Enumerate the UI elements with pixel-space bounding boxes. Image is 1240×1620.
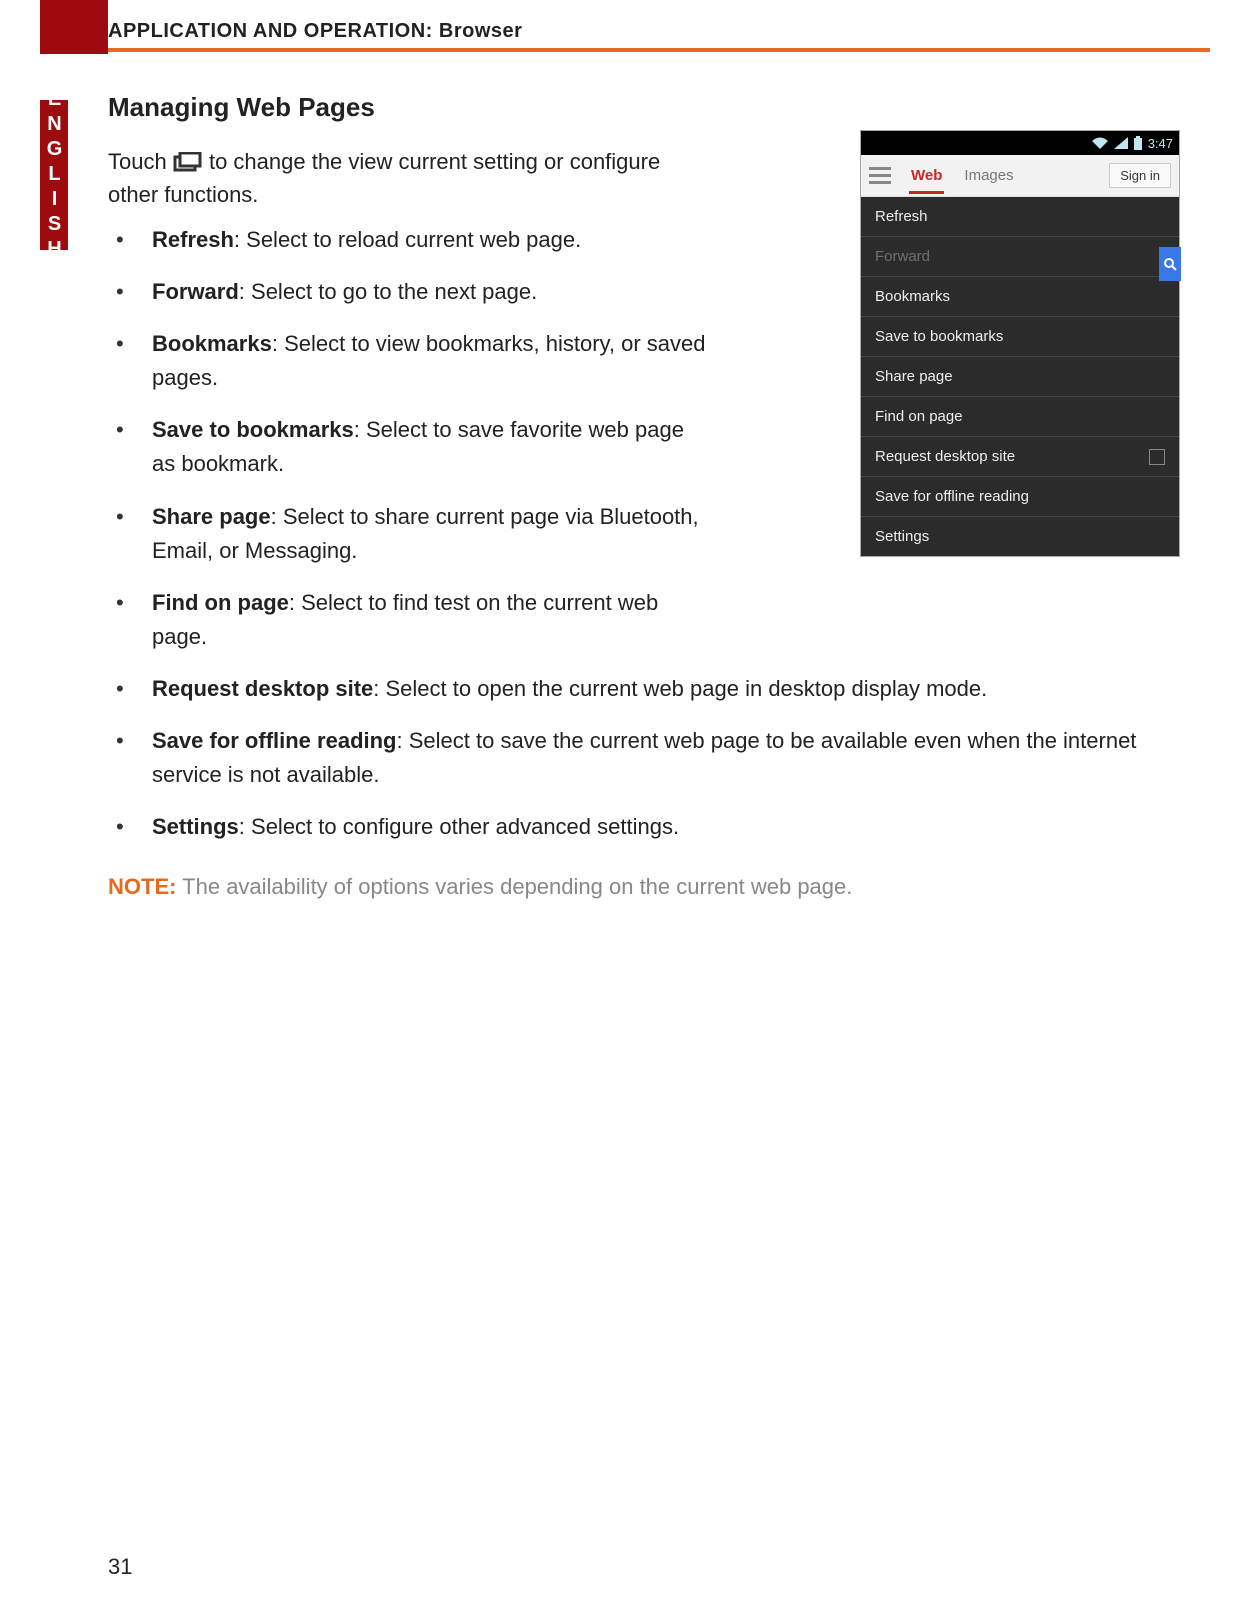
section-title: Managing Web Pages (108, 92, 1180, 123)
bullet-item: Save for offline reading: Select to save… (116, 724, 1180, 792)
bullet-item: Share page: Select to share current page… (116, 500, 708, 568)
bullet-item: Refresh: Select to reload current web pa… (116, 223, 708, 257)
bullet-term: Request desktop site (152, 676, 373, 701)
intro-pre: Touch (108, 149, 173, 174)
intro-text: Touch to change the view current setting… (108, 145, 688, 211)
header-rule (108, 48, 1210, 52)
tab-images[interactable]: Images (962, 157, 1015, 194)
phone-screenshot: 3:47 Web Images Sign in Refresh Forward Bo… (860, 130, 1180, 557)
bullet-term: Save to bookmarks (152, 417, 354, 442)
bullet-item: Settings: Select to configure other adva… (116, 810, 1180, 844)
wifi-icon (1092, 137, 1108, 149)
bullet-list-wide: Request desktop site: Select to open the… (108, 672, 1180, 844)
menu-item[interactable]: Request desktop site (861, 437, 1179, 477)
menu-item-label: Save to bookmarks (875, 328, 1003, 345)
note-text: The availability of options varies depen… (176, 874, 852, 899)
bullet-desc: : Select to open the current web page in… (373, 676, 987, 701)
menu-item[interactable]: Save to bookmarks (861, 317, 1179, 357)
bullet-desc: : Select to reload current web page. (234, 227, 581, 252)
menu-item-label: Request desktop site (875, 448, 1015, 465)
bullet-term: Share page (152, 504, 271, 529)
bullet-desc: : Select to go to the next page. (239, 279, 537, 304)
menu-item[interactable]: Share page (861, 357, 1179, 397)
checkbox-icon[interactable] (1149, 449, 1165, 465)
language-tab: ENGLISH (40, 100, 68, 250)
menu-item-label: Settings (875, 528, 929, 545)
menu-item-label: Share page (875, 368, 953, 385)
battery-icon (1134, 136, 1142, 150)
bullet-term: Settings (152, 814, 239, 839)
corner-block (40, 0, 108, 54)
menu-item-label: Find on page (875, 408, 963, 425)
note-label: NOTE: (108, 874, 176, 899)
search-icon[interactable] (1159, 247, 1181, 281)
browser-toolbar: Web Images Sign in (861, 155, 1179, 197)
bullet-term: Bookmarks (152, 331, 272, 356)
bullet-term: Refresh (152, 227, 234, 252)
menu-item[interactable]: Settings (861, 517, 1179, 556)
bullet-item: Request desktop site: Select to open the… (116, 672, 1180, 706)
bullet-item: Find on page: Select to find test on the… (116, 586, 708, 654)
bullet-item: Forward: Select to go to the next page. (116, 275, 708, 309)
menu-item[interactable]: Save for offline reading (861, 477, 1179, 517)
hamburger-icon[interactable] (869, 167, 891, 185)
bullet-desc: : Select to configure other advanced set… (239, 814, 679, 839)
menu-item[interactable]: Bookmarks (861, 277, 1179, 317)
bullet-term: Save for offline reading (152, 728, 397, 753)
menu-item[interactable]: Find on page (861, 397, 1179, 437)
wide-column: Request desktop site: Select to open the… (108, 672, 1180, 844)
bullet-term: Forward (152, 279, 239, 304)
menu-item-label: Forward (875, 248, 930, 265)
menu-item-label: Save for offline reading (875, 488, 1029, 505)
page-header: APPLICATION AND OPERATION: Browser (108, 20, 1210, 43)
bullet-term: Find on page (152, 590, 289, 615)
tab-web[interactable]: Web (909, 157, 944, 194)
note-line: NOTE: The availability of options varies… (108, 874, 1180, 900)
bullet-list-narrow: Refresh: Select to reload current web pa… (108, 223, 708, 654)
options-menu: Refresh Forward Bookmarks Save to bookmarks… (861, 197, 1179, 556)
menu-item[interactable]: Refresh (861, 197, 1179, 237)
status-bar: 3:47 (861, 131, 1179, 155)
menu-item: Forward (861, 237, 1179, 277)
menu-item-label: Refresh (875, 208, 928, 225)
page-number: 31 (108, 1554, 132, 1580)
signin-button[interactable]: Sign in (1109, 163, 1171, 188)
bullet-item: Save to bookmarks: Select to save favori… (116, 413, 708, 481)
bullet-item: Bookmarks: Select to view bookmarks, his… (116, 327, 708, 395)
narrow-column: Refresh: Select to reload current web pa… (108, 223, 708, 654)
status-time: 3:47 (1148, 136, 1173, 151)
menu-item-label: Bookmarks (875, 288, 950, 305)
signal-icon (1114, 137, 1128, 149)
tabs-icon (173, 148, 203, 168)
